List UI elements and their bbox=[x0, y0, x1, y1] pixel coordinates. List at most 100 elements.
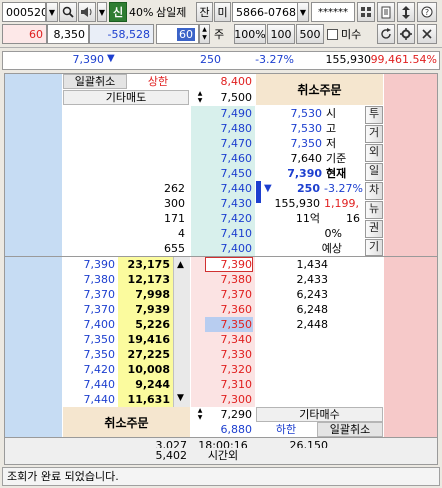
balance-button[interactable]: 잔 bbox=[196, 2, 213, 22]
bid-price[interactable]: 7,360 bbox=[191, 302, 253, 317]
order-qty-cell[interactable]: 60 bbox=[2, 24, 47, 44]
side-button-news[interactable]: 뉴 bbox=[365, 201, 383, 219]
bulk-cancel-sell-button[interactable]: 일괄취소 bbox=[63, 74, 127, 89]
qty-500-button[interactable]: 500 bbox=[296, 24, 324, 44]
ask-price[interactable]: 7,470 bbox=[191, 136, 253, 151]
ask-price[interactable]: 7,450 bbox=[191, 166, 253, 181]
account-dropdown-button[interactable]: ▼ bbox=[297, 2, 309, 22]
ask-price[interactable]: 7,460 bbox=[191, 151, 253, 166]
volume-ratio: 99,461.54% bbox=[370, 53, 437, 66]
chevron-down-icon: ▼ bbox=[48, 7, 56, 17]
chevron-down-icon: ▼ bbox=[197, 414, 203, 421]
qty-100-button[interactable]: 100 bbox=[267, 24, 295, 44]
fill-qty: 10,008 bbox=[127, 363, 170, 376]
document-button[interactable] bbox=[377, 2, 395, 22]
bid-price[interactable]: 7,380 bbox=[191, 272, 253, 287]
other-sell-stepper[interactable]: ▲ ▼ bbox=[191, 90, 209, 105]
ask-price-column: 7,490 7,480 7,470 7,460 7,450 7,440 7,43… bbox=[191, 106, 255, 256]
bid-price[interactable]: 7,310 bbox=[191, 377, 253, 392]
quantity-input[interactable]: 60 bbox=[156, 24, 199, 44]
other-buy-stepper[interactable]: ▲ ▼ bbox=[191, 407, 209, 422]
fills-scrollbar[interactable]: ▲ ▼ bbox=[173, 257, 190, 407]
bid-price[interactable]: 7,320 bbox=[191, 362, 253, 377]
password-field[interactable]: ****** bbox=[311, 2, 355, 22]
fill-qty: 9,244 bbox=[135, 378, 170, 391]
ask-price[interactable]: 7,430 bbox=[191, 196, 253, 211]
document-icon bbox=[381, 6, 391, 18]
pct-100-button[interactable]: 100% bbox=[234, 24, 266, 44]
account-select[interactable]: 5866-0768 bbox=[232, 2, 298, 22]
info-count: 16 bbox=[346, 212, 360, 225]
sound-button[interactable] bbox=[78, 2, 96, 22]
bid-price[interactable]: 7,330 bbox=[191, 347, 253, 362]
grid-button[interactable] bbox=[357, 2, 375, 22]
sound-dropdown-button[interactable]: ▼ bbox=[97, 2, 107, 22]
code-dropdown-button[interactable]: ▼ bbox=[46, 2, 58, 22]
side-button-rights[interactable]: 권 bbox=[365, 220, 383, 238]
base-price: 7,640 bbox=[290, 152, 323, 165]
fill-qty: 27,225 bbox=[127, 348, 170, 361]
search-button[interactable] bbox=[59, 2, 77, 22]
fill-qty: 7,939 bbox=[135, 303, 170, 316]
buy-order-column[interactable] bbox=[384, 74, 437, 460]
bid-price[interactable]: 7,370 bbox=[191, 287, 253, 302]
fill-price: 7,440 bbox=[83, 378, 116, 391]
other-sell-label: 기타매도 bbox=[63, 90, 189, 105]
ask-qty bbox=[63, 136, 185, 151]
close-button[interactable] bbox=[417, 24, 437, 44]
bid-qty: 2,448 bbox=[296, 318, 329, 331]
ask-price[interactable]: 7,420 bbox=[191, 211, 253, 226]
fill-price: 7,400 bbox=[83, 318, 116, 331]
side-button-daily[interactable]: 일 bbox=[365, 163, 383, 181]
volume: 155,930 bbox=[325, 53, 372, 66]
chevron-down-icon: ▼ bbox=[98, 7, 106, 17]
bid-qty bbox=[256, 347, 328, 362]
base-label: 기준 bbox=[326, 152, 347, 165]
price-change: 250 bbox=[200, 53, 221, 66]
refresh-icon bbox=[381, 28, 391, 39]
low-label: 저 bbox=[326, 137, 337, 150]
credit-badge: 신 bbox=[109, 2, 127, 22]
side-button-trade[interactable]: 거 bbox=[365, 125, 383, 143]
sell-order-column[interactable] bbox=[5, 74, 62, 460]
bid-price[interactable]: 7,350 bbox=[191, 317, 253, 332]
unfilled-checkbox[interactable]: 미수 bbox=[327, 24, 375, 44]
side-button-chart[interactable]: 차 bbox=[365, 182, 383, 200]
quantity-stepper[interactable]: ▲ ▼ bbox=[199, 24, 210, 44]
side-button-foreign[interactable]: 외 bbox=[365, 144, 383, 162]
help-button[interactable]: ? bbox=[417, 2, 437, 22]
close-icon bbox=[422, 29, 432, 39]
bid-price[interactable]: 7,300 bbox=[191, 392, 253, 407]
ask-price[interactable]: 7,490 bbox=[191, 106, 253, 121]
bid-price[interactable]: 7,390 bbox=[191, 257, 253, 272]
order-price-cell[interactable]: 8,350 bbox=[47, 24, 89, 44]
chevron-down-icon[interactable]: ▼ bbox=[177, 393, 184, 403]
current-label: 현재 bbox=[326, 167, 347, 180]
chevron-up-icon: ▲ bbox=[197, 90, 203, 97]
margin-rate: 40% bbox=[129, 5, 154, 19]
cancel-order-button-bottom[interactable]: 취소주문 bbox=[63, 407, 190, 437]
settings-button[interactable] bbox=[397, 24, 415, 44]
ask-price[interactable]: 7,410 bbox=[191, 226, 253, 241]
fill-price: 7,440 bbox=[83, 393, 116, 406]
chevron-down-icon: ▼ bbox=[299, 7, 307, 17]
side-button-etc[interactable]: 기 bbox=[365, 239, 383, 256]
stock-code-input[interactable]: 000520 bbox=[2, 2, 46, 22]
ask-price[interactable]: 7,480 bbox=[191, 121, 253, 136]
cancel-order-button-top[interactable]: 취소주문 bbox=[256, 74, 383, 105]
chevron-up-icon[interactable]: ▲ bbox=[177, 260, 184, 270]
side-button-invest[interactable]: 투 bbox=[365, 106, 383, 124]
bid-price[interactable]: 7,340 bbox=[191, 332, 253, 347]
grid-icon bbox=[361, 7, 371, 17]
sort-button[interactable] bbox=[397, 2, 415, 22]
fill-price: 7,350 bbox=[83, 348, 116, 361]
bulk-cancel-buy-button[interactable]: 일괄취소 bbox=[317, 422, 383, 437]
refresh-button[interactable] bbox=[377, 24, 395, 44]
ask-price[interactable]: 7,400 bbox=[191, 241, 253, 256]
high-price: 7,530 bbox=[290, 122, 323, 135]
checkbox-box[interactable] bbox=[327, 28, 338, 40]
unfilled-button[interactable]: 미 bbox=[214, 2, 231, 22]
bid-qty bbox=[256, 392, 328, 407]
ask-price[interactable]: 7,440 bbox=[191, 181, 253, 196]
info-amount: 11억 bbox=[295, 212, 320, 225]
